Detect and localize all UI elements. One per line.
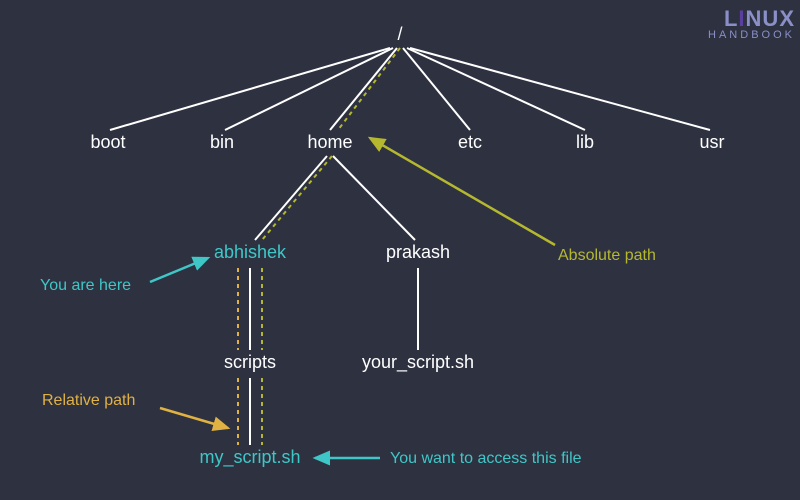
node-abhishek: abhishek: [214, 242, 287, 262]
node-my-script: my_script.sh: [199, 447, 300, 468]
dotted-home-abhishek: [262, 156, 332, 240]
edges-root: [110, 48, 710, 130]
logo-nux: NUX: [746, 6, 795, 31]
node-lib: lib: [576, 132, 594, 152]
node-root: /: [397, 24, 402, 44]
node-boot: boot: [90, 132, 125, 152]
label-want-access: You want to access this file: [390, 450, 582, 467]
edges-home: [255, 156, 415, 240]
node-your-script: your_script.sh: [362, 352, 474, 373]
svg-text:LINUX: LINUX: [724, 6, 795, 31]
diagram-canvas: LINUX HANDBOOK / boot bin home etc lib u…: [0, 0, 800, 500]
label-relative-path: Relative path: [42, 392, 135, 409]
annotation-you-are-here: You are here: [40, 258, 208, 294]
node-etc: etc: [458, 132, 482, 152]
label-absolute-path: Absolute path: [558, 247, 656, 264]
label-you-are-here: You are here: [40, 277, 131, 294]
node-bin: bin: [210, 132, 234, 152]
node-usr: usr: [699, 132, 724, 152]
node-prakash: prakash: [386, 242, 450, 262]
node-scripts: scripts: [224, 352, 276, 372]
annotation-want-access: You want to access this file: [315, 450, 582, 467]
logo-handbook: HANDBOOK: [708, 29, 795, 41]
logo-i: I: [738, 6, 745, 31]
logo-l: L: [724, 6, 738, 31]
logo: LINUX HANDBOOK: [708, 6, 795, 41]
node-home: home: [307, 132, 352, 152]
annotation-relative-path: Relative path: [42, 392, 228, 428]
